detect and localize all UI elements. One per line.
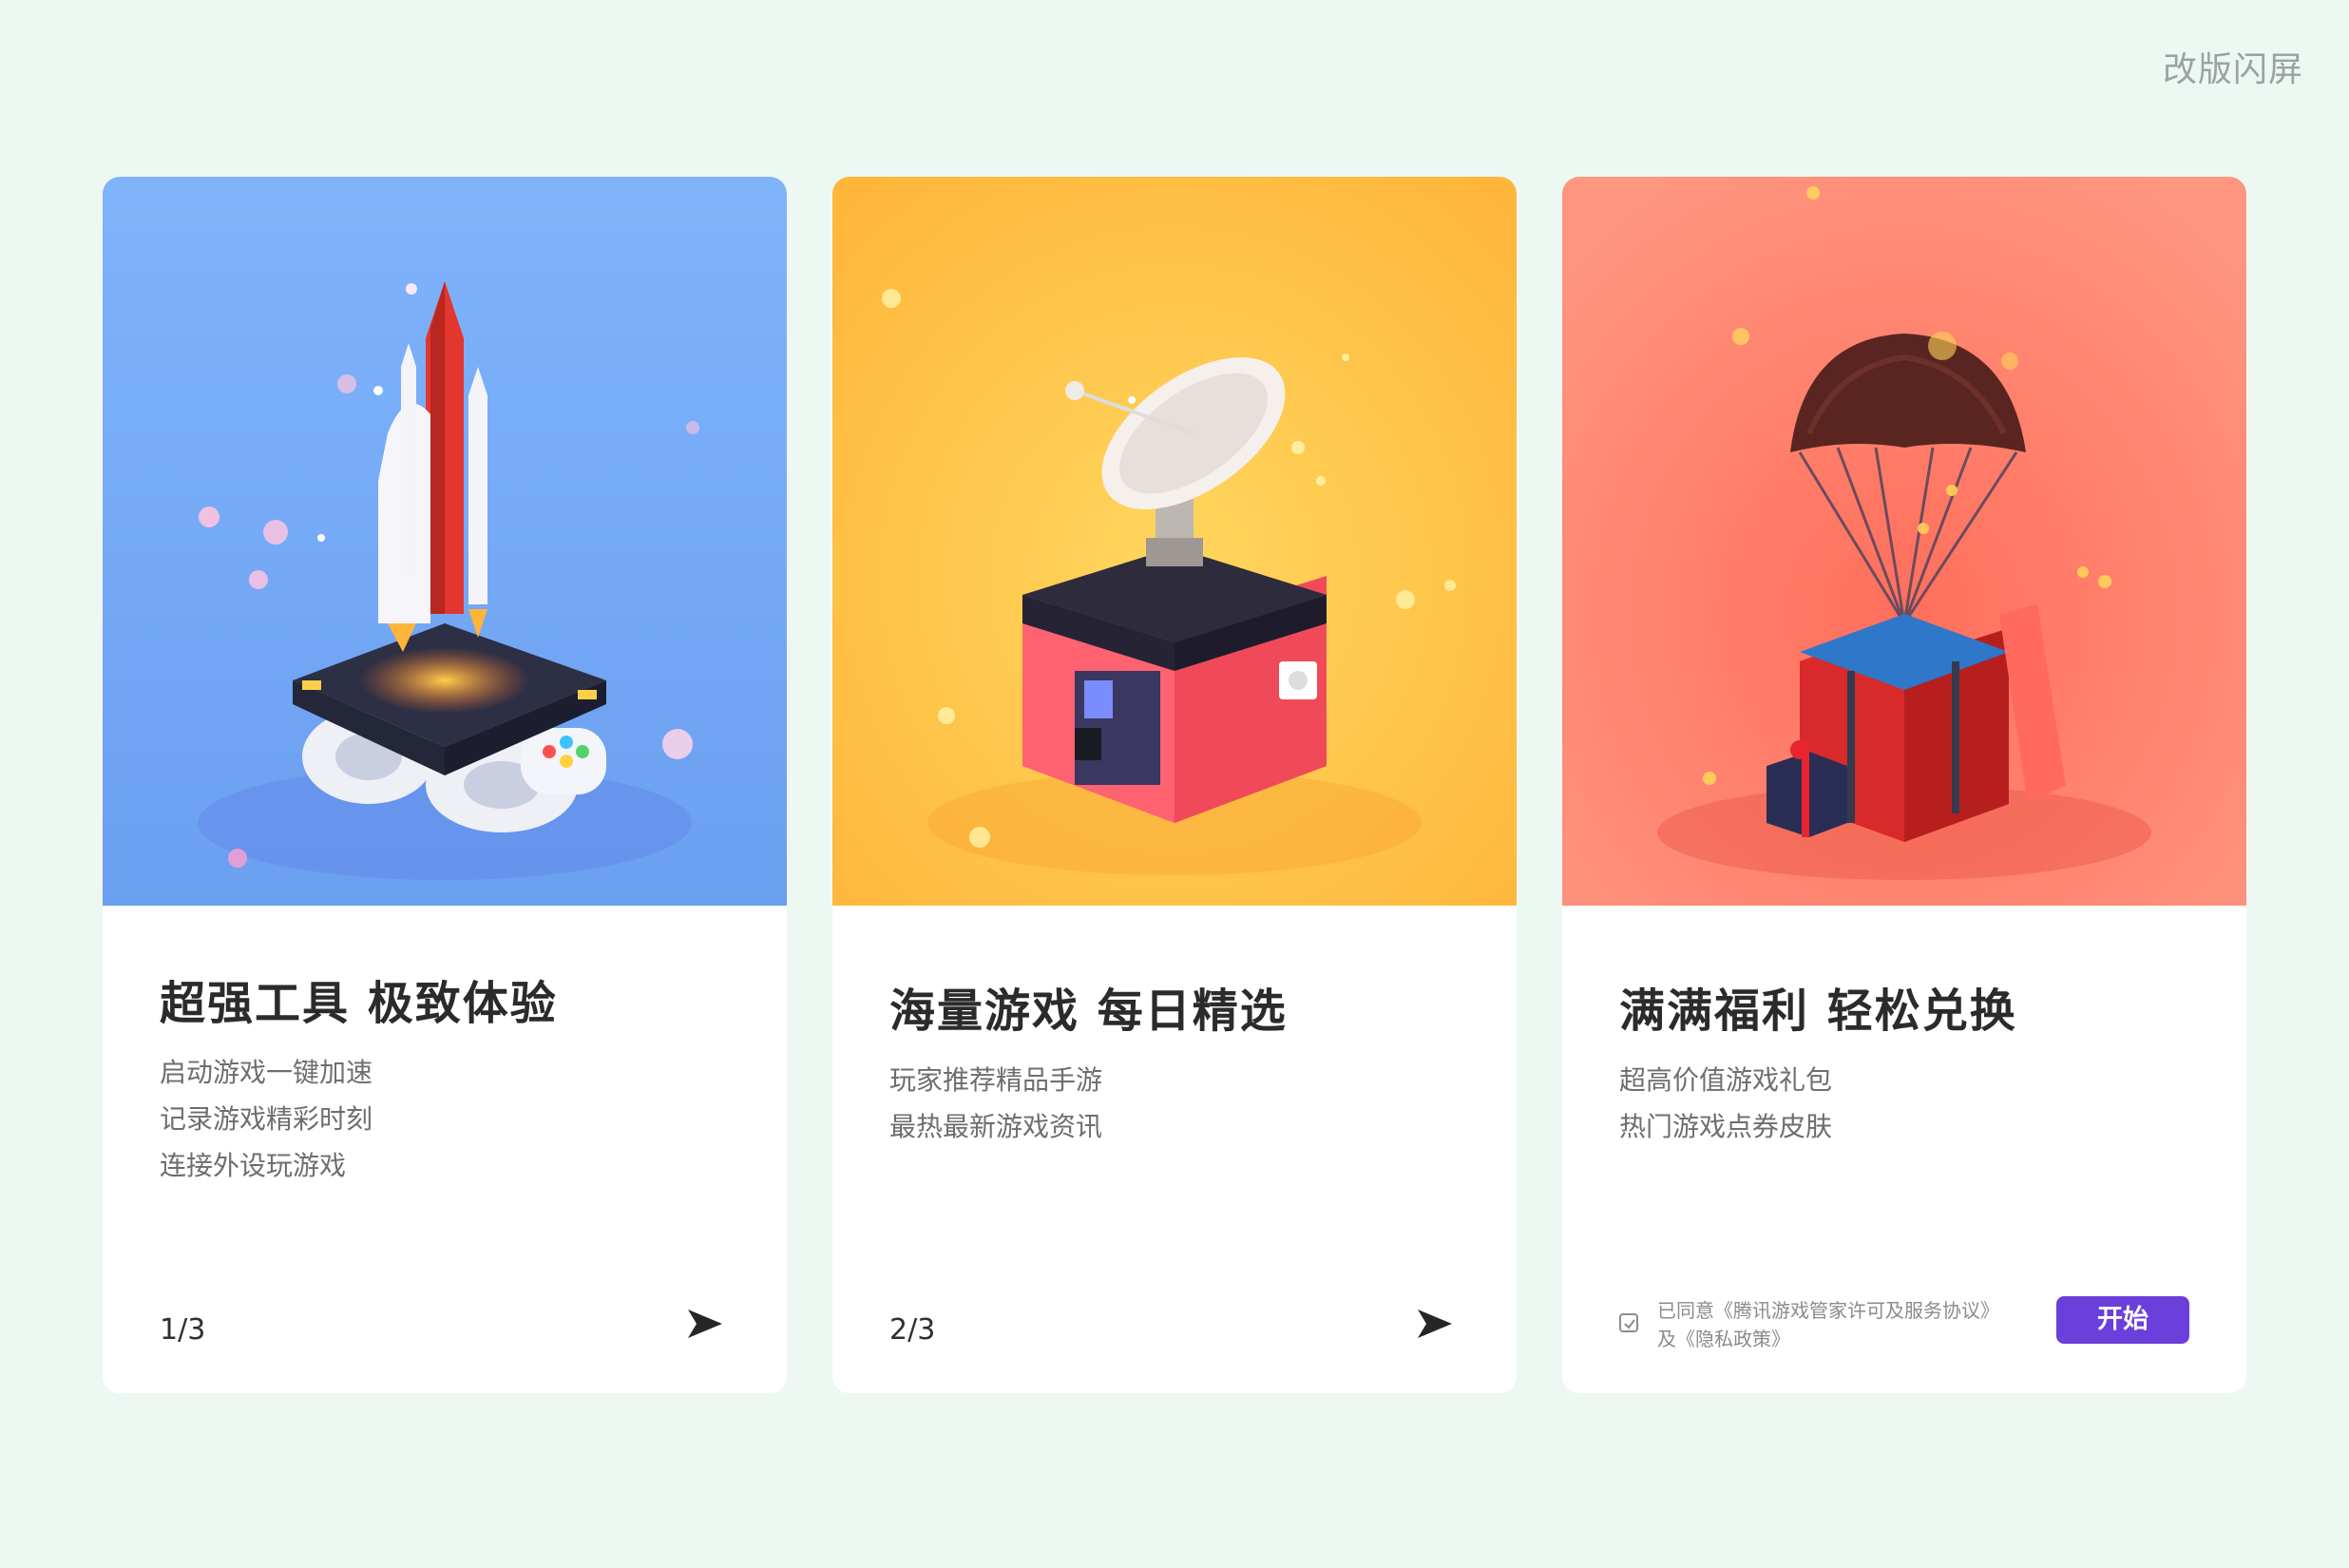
description-line: 热门游戏点券皮肤 (1619, 1111, 1833, 1142)
onboarding-card-2: 海量游戏 每日精选 玩家推荐精品手游 最热最新游戏资讯 2/3 (832, 177, 1517, 1393)
page-indicator: 2/3 (889, 1313, 936, 1347)
start-button[interactable]: 开始 (2056, 1296, 2189, 1344)
next-button[interactable] (686, 1308, 724, 1340)
checkbox-icon (1624, 1319, 1635, 1329)
onboarding-card-3: 满满福利 轻松兑换 超高价值游戏礼包 热门游戏点券皮肤 已同意《腾讯游戏管家许可… (1562, 177, 2246, 1393)
hero-image-rocket (103, 177, 787, 906)
onboarding-card-1: 超强工具 极致体验 启动游戏一键加速 记录游戏精彩时刻 连接外设玩游戏 1/3 (103, 177, 787, 1393)
agreement-link-privacy[interactable]: 及《隐私政策》 (1657, 1325, 1999, 1353)
arrow-right-icon (1418, 1310, 1452, 1338)
page-title: 改版闪屏 (2162, 50, 2303, 89)
card-title: 满满福利 轻松兑换 (1619, 985, 2017, 1038)
description-line: 记录游戏精彩时刻 (160, 1103, 373, 1135)
description-line: 最热最新游戏资讯 (889, 1111, 1103, 1142)
next-button[interactable] (1416, 1308, 1454, 1340)
agreement-link-license[interactable]: 已同意《腾讯游戏管家许可及服务协议》 (1657, 1296, 1999, 1325)
description-line: 连接外设玩游戏 (160, 1150, 347, 1181)
card-title: 海量游戏 每日精选 (889, 985, 1288, 1038)
card-title: 超强工具 极致体验 (160, 977, 558, 1030)
card-description: 启动游戏一键加速 记录游戏精彩时刻 连接外设玩游戏 (160, 1049, 372, 1189)
description-line: 玩家推荐精品手游 (889, 1064, 1103, 1096)
page-indicator: 1/3 (160, 1313, 206, 1347)
agreement-text: 已同意《腾讯游戏管家许可及服务协议》 及《隐私政策》 (1657, 1296, 1999, 1353)
card-description: 玩家推荐精品手游 最热最新游戏资讯 (889, 1057, 1102, 1150)
arrow-right-icon (688, 1310, 722, 1338)
agreement-checkbox[interactable] (1619, 1313, 1638, 1332)
description-line: 超高价值游戏礼包 (1619, 1064, 1833, 1096)
hero-image-satellite (832, 177, 1517, 906)
hero-image-parachute (1562, 177, 2246, 906)
description-line: 启动游戏一键加速 (160, 1057, 373, 1088)
card-description: 超高价值游戏礼包 热门游戏点券皮肤 (1619, 1057, 1832, 1150)
